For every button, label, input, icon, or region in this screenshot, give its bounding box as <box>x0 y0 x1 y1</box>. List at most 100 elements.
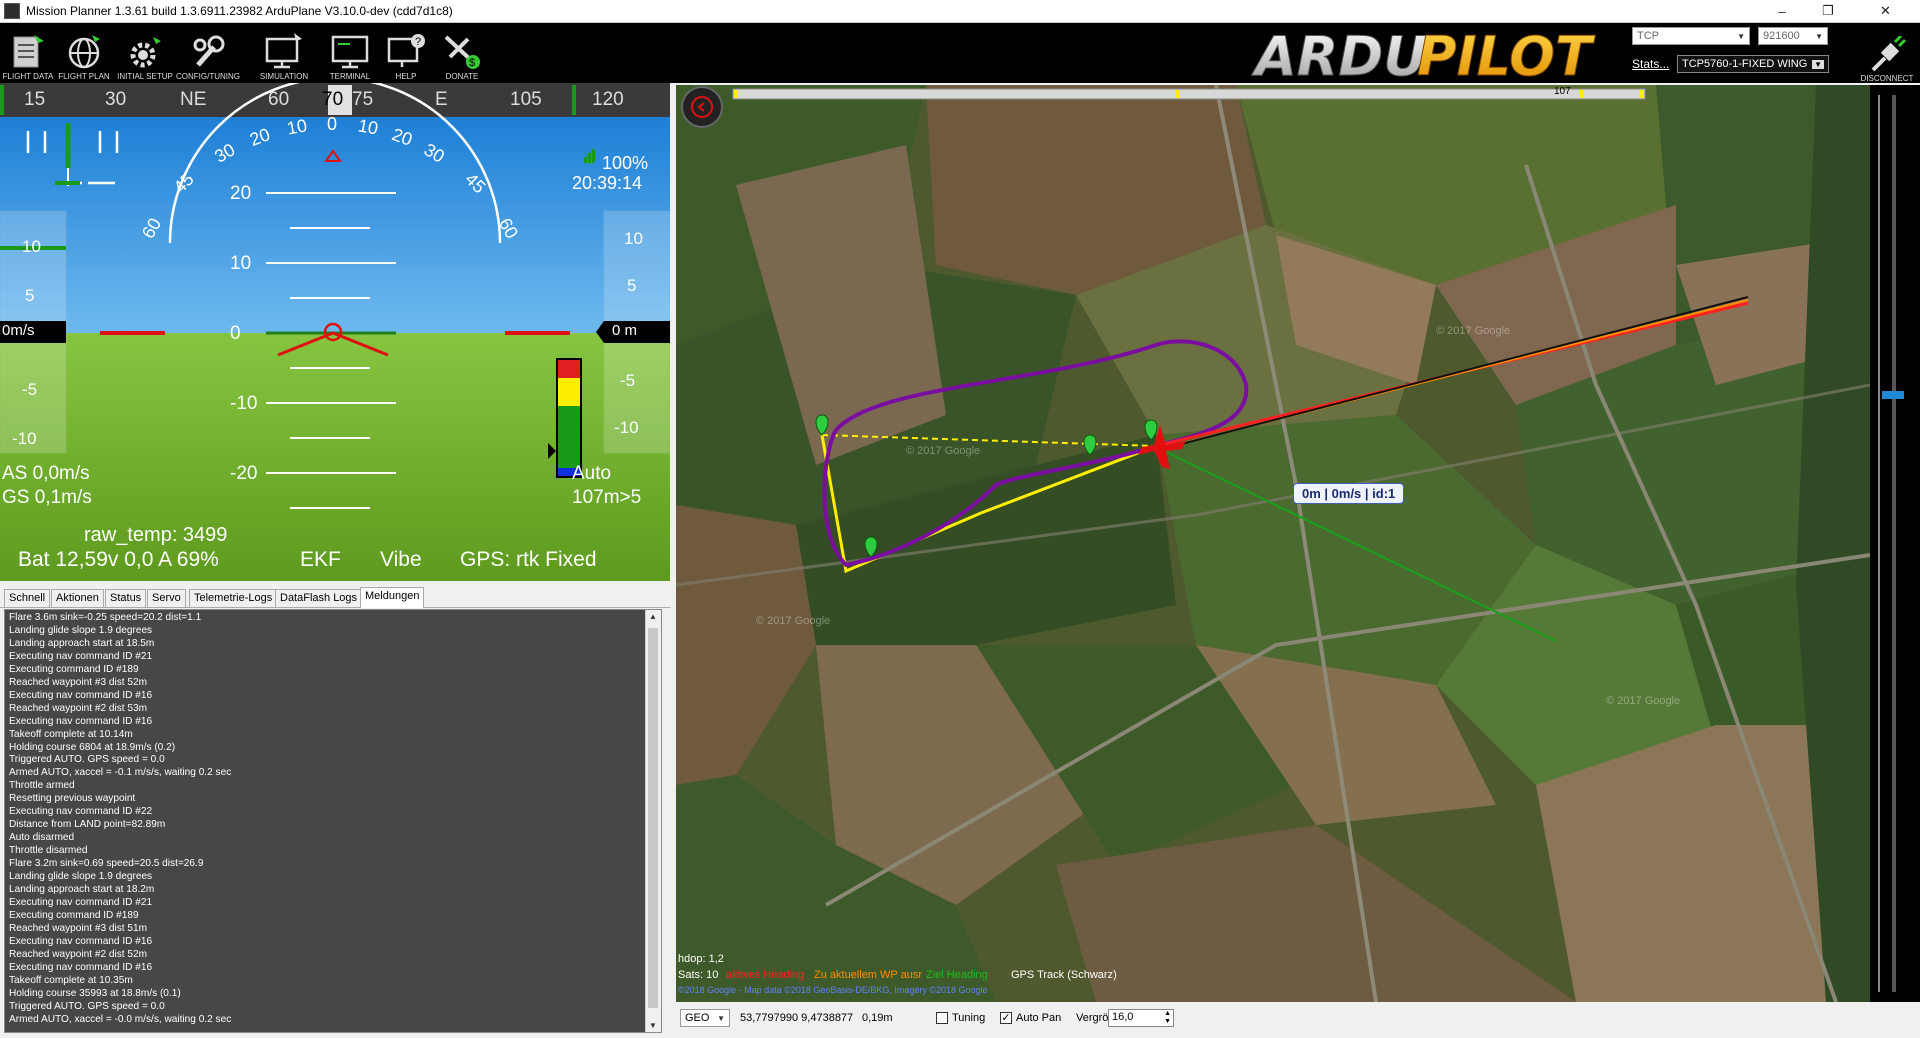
heading-tick: NE <box>180 89 207 110</box>
message-line: Executing nav command ID #16 <box>9 689 153 701</box>
help-button[interactable]: ? HELP <box>378 27 434 81</box>
tab-status[interactable]: Status <box>105 589 147 607</box>
message-line: Triggered AUTO. GPS speed = 0.0 <box>9 754 165 766</box>
zoom-input[interactable]: 16,0 ▲ ▼ <box>1108 1009 1174 1027</box>
zoom-slider-thumb[interactable] <box>1882 391 1904 399</box>
globe-icon <box>68 35 100 69</box>
legend-wp: Zu aktuellem WP ausr <box>814 969 923 981</box>
message-line: Holding course 6804 at 18.9m/s (0.2) <box>9 741 176 753</box>
map-watermark: © 2017 Google <box>756 615 831 627</box>
tab-bar: Schnell Aktionen Status Servo Telemetrie… <box>0 584 670 608</box>
heading-tick: 105 <box>510 89 542 110</box>
app-icon <box>4 3 20 19</box>
message-line: Takeoff complete at 10.35m <box>9 974 133 986</box>
legend-target: Ziel Heading <box>926 969 988 981</box>
pitch-label: 0 <box>230 323 241 344</box>
legend-heading: aktives Heading <box>726 969 805 981</box>
heading-current: 70 <box>322 89 344 110</box>
hdop-readout: hdop: 1,2 <box>678 953 724 965</box>
heading-tick: 60 <box>268 89 290 110</box>
message-line: Executing nav command ID #16 <box>9 935 153 947</box>
hud-clock: 20:39:14 <box>572 173 643 193</box>
simulation-button[interactable]: SIMULATION <box>256 27 312 81</box>
message-line: Executing nav command ID #16 <box>9 961 153 973</box>
autopan-checkbox[interactable]: ✓ <box>1000 1012 1012 1024</box>
help-icon: ? <box>387 34 425 67</box>
tab-servo[interactable]: Servo <box>147 589 186 607</box>
message-line: Executing command ID #189 <box>9 909 139 921</box>
pitch-label: -20 <box>230 463 258 484</box>
messages-scrollbar[interactable]: ▲ ▼ <box>645 610 661 1032</box>
tab-schnell[interactable]: Schnell <box>4 589 51 607</box>
tab-dataflash-logs[interactable]: DataFlash Logs <box>275 589 363 607</box>
waypoint-tooltip: 0m | 0m/s | id:1 <box>1293 483 1405 504</box>
map-view[interactable]: 107 0m | 0m/s | id:1 © 2017 Google © 201… <box>676 85 1870 1002</box>
message-line: Holding course 35993 at 18.8m/s (0.1) <box>9 987 181 999</box>
pitch-label: 10 <box>230 253 252 274</box>
link-select[interactable]: TCP5760-1-FIXED WING ▼ <box>1677 55 1829 73</box>
mission-progress-label: 107 <box>1554 86 1571 97</box>
message-line: Reached waypoint #3 dist 52m <box>9 676 148 688</box>
altitude-readout: 0,19m <box>862 1012 893 1024</box>
coord-mode-select[interactable]: GEO ▼ <box>680 1009 730 1027</box>
map-status-bar: GEO ▼ 53,7797990 9,4738877 0,19m Tuning ✓… <box>676 1002 1920 1038</box>
connection-type-select[interactable]: TCP ▼ <box>1632 27 1750 45</box>
message-line: Armed AUTO, xaccel = -0.1 m/s/s, waiting… <box>9 767 232 779</box>
alt-readout: 0 m <box>612 322 638 339</box>
flight-plan-button[interactable]: FLIGHT PLAN <box>56 27 112 81</box>
message-line: Distance from LAND point=82.89m <box>9 819 166 831</box>
flight-data-icon <box>13 35 44 68</box>
main-toolbar: FLIGHT DATA FLIGHT PLAN INITIAL SETUP CO… <box>0 23 1920 83</box>
ekf-status[interactable]: EKF <box>300 548 341 572</box>
zoom-slider[interactable] <box>1870 85 1920 1002</box>
message-line: Executing nav command ID #22 <box>9 806 153 818</box>
tab-telemetrie-logs[interactable]: Telemetrie-Logs <box>189 589 278 607</box>
svg-text:ARDU: ARDU <box>1251 25 1427 83</box>
speed-readout: 0m/s <box>2 322 35 339</box>
disconnect-button[interactable]: DISCONNECT <box>1855 27 1919 83</box>
ardupilot-logo: ARDU PILOT <box>1251 25 1597 83</box>
map-attribution: ©2018 Google - Map data ©2018 GeoBasis-D… <box>678 985 988 995</box>
gear-icon <box>130 37 161 68</box>
message-line: Reached waypoint #3 dist 51m <box>9 922 148 934</box>
terminal-icon <box>331 35 369 69</box>
coordinates-readout: 53,7797990 9,4738877 <box>740 1012 854 1024</box>
baud-rate-select[interactable]: 921600 ▼ <box>1758 27 1828 45</box>
message-line: Reached waypoint #2 dist 53m <box>9 702 148 714</box>
donate-button[interactable]: $ DONATE <box>434 27 490 81</box>
message-line: Flare 3.2m sink=0.69 speed=20.5 dist=26.… <box>9 858 204 870</box>
link-quality: 100% <box>602 153 649 173</box>
stats-link[interactable]: Stats... <box>1632 57 1669 71</box>
terminal-button[interactable]: TERMINAL <box>322 27 378 81</box>
message-line: Reached waypoint #2 dist 52m <box>9 948 148 960</box>
message-line: Throttle disarmed <box>9 845 88 857</box>
message-line: Executing nav command ID #16 <box>9 715 153 727</box>
messages-panel[interactable]: Flare 3.6m sink=-0.25 speed=20.2 dist=1.… <box>4 609 662 1033</box>
config-tuning-button[interactable]: CONFIG/TUNING <box>176 27 240 81</box>
heading-tick: 75 <box>352 89 374 110</box>
sats-readout: Sats: 10 <box>678 969 719 981</box>
initial-setup-button[interactable]: INITIAL SETUP <box>117 27 173 81</box>
pitch-label: -10 <box>230 393 258 414</box>
roll-label: 10 <box>356 115 380 139</box>
message-line: Resetting previous waypoint <box>9 793 136 805</box>
minimize-button[interactable]: – <box>1759 0 1805 22</box>
wp-distance: 107m>5 <box>572 487 642 508</box>
message-line: Landing approach start at 18.5m <box>9 637 155 649</box>
vibe-status[interactable]: Vibe <box>380 548 422 572</box>
window-title: Mission Planner 1.3.61 build 1.3.6911.23… <box>26 4 453 18</box>
tab-meldungen[interactable]: Meldungen <box>360 587 425 608</box>
tuning-checkbox[interactable] <box>936 1012 948 1024</box>
svg-text:PILOT: PILOT <box>1417 25 1596 83</box>
message-line: Armed AUTO, xaccel = -0.0 m/s/s, waiting… <box>9 1013 232 1025</box>
speed-tick: -10 <box>12 429 37 448</box>
speed-tick: 5 <box>25 286 35 305</box>
hud-display: 15 30 NE 60 70 75 E 105 120 60 45 30 20 … <box>0 83 670 581</box>
flight-mode: Auto <box>572 463 612 484</box>
svg-text:$: $ <box>469 57 475 69</box>
roll-label: 10 <box>285 115 309 139</box>
flight-data-button[interactable]: FLIGHT DATA <box>0 27 56 81</box>
tab-aktionen[interactable]: Aktionen <box>51 589 104 607</box>
close-button[interactable]: ✕ <box>1851 0 1920 22</box>
maximize-button[interactable]: ❐ <box>1805 0 1851 22</box>
